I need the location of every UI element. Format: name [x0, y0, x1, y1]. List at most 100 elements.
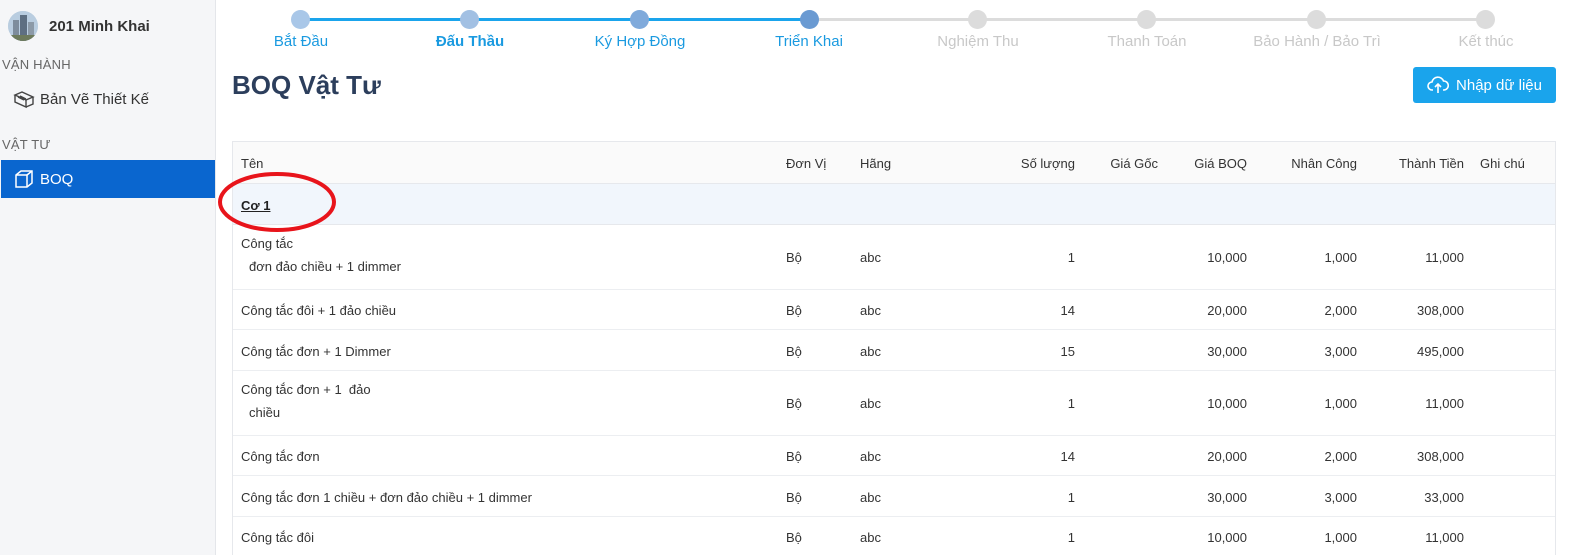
cell-brand: abc: [860, 303, 881, 318]
cell-boq-price: 30,000: [1207, 490, 1247, 505]
page-title: BOQ Vật Tư: [232, 70, 381, 100]
cell-unit: Bộ: [786, 490, 802, 505]
cell-brand: abc: [860, 396, 881, 411]
column-header-boq-price[interactable]: Giá BOQ: [1167, 156, 1247, 171]
section-label-vat-tu: VẬT TƯ: [2, 137, 51, 152]
cell-total: 308,000: [1417, 449, 1464, 464]
table-row[interactable]: Công tắc đơn Bộ abc 14 20,000 2,000 308,…: [233, 436, 1555, 476]
step-dot-nghiem-thu[interactable]: [968, 10, 987, 29]
blueprint-icon: [12, 87, 36, 111]
cloud-upload-icon: [1427, 76, 1450, 94]
column-header-total[interactable]: Thành Tiền: [1364, 156, 1464, 171]
sidebar-item-label: Bản Vẽ Thiết Kế: [40, 90, 149, 108]
stepper-progress-line: [300, 18, 810, 21]
cell-quantity: 14: [1060, 449, 1075, 464]
cell-unit: Bộ: [786, 303, 802, 318]
cell-boq-price: 20,000: [1207, 303, 1247, 318]
step-label-dau-thau[interactable]: Đấu Thầu: [436, 33, 504, 50]
cell-total: 495,000: [1417, 344, 1464, 359]
cell-quantity: 1: [1067, 490, 1075, 505]
cell-brand: abc: [860, 250, 881, 265]
step-dot-bao-hanh[interactable]: [1307, 10, 1326, 29]
step-label-trien-khai[interactable]: Triển Khai: [775, 33, 843, 50]
cell-unit: Bộ: [786, 344, 802, 359]
cell-quantity: 1: [1067, 530, 1075, 545]
column-header-note[interactable]: Ghi chú: [1480, 156, 1525, 171]
cell-name-line: Công tắc: [241, 236, 294, 251]
cell-unit: Bộ: [786, 396, 802, 411]
table-row[interactable]: Công tắc đôi Bộ abc 1 10,000 1,000 11,00…: [233, 517, 1555, 555]
sidebar-item-label: BOQ: [40, 170, 74, 188]
cell-name: Công tắc đôi: [241, 530, 314, 545]
column-header-base-price[interactable]: Giá Gốc: [1078, 156, 1158, 171]
workflow-stepper: Bắt Đầu Đấu Thầu Ký Hợp Đồng Triển Khai …: [216, 0, 1577, 60]
cell-quantity: 15: [1060, 344, 1075, 359]
project-name: 201 Minh Khai: [49, 17, 150, 35]
table-header: Tên Đơn Vị Hãng Số lượng Giá Gốc Giá BOQ…: [233, 142, 1555, 184]
table-row[interactable]: Công tắc đôi + 1 đảo chiều Bộ abc 14 20,…: [233, 290, 1555, 330]
import-data-button[interactable]: Nhập dữ liệu: [1413, 67, 1556, 103]
step-dot-trien-khai[interactable]: [800, 10, 819, 29]
column-header-brand[interactable]: Hãng: [860, 156, 891, 171]
step-dot-thanh-toan[interactable]: [1137, 10, 1156, 29]
cell-labor: 1,000: [1324, 250, 1357, 265]
project-avatar: [8, 11, 38, 41]
column-header-quantity[interactable]: Số lượng: [995, 156, 1075, 171]
cell-brand: abc: [860, 530, 881, 545]
cell-labor: 1,000: [1324, 530, 1357, 545]
step-dot-ky-hop-dong[interactable]: [630, 10, 649, 29]
cell-quantity: 1: [1067, 396, 1075, 411]
cell-labor: 2,000: [1324, 303, 1357, 318]
group-row[interactable]: Cơ 1: [233, 184, 1555, 225]
cell-total: 11,000: [1425, 250, 1464, 265]
boq-table: Tên Đơn Vị Hãng Số lượng Giá Gốc Giá BOQ…: [232, 141, 1556, 555]
cell-quantity: 14: [1060, 303, 1075, 318]
step-dot-dau-thau[interactable]: [460, 10, 479, 29]
project-header[interactable]: 201 Minh Khai: [8, 10, 150, 42]
sidebar-item-ban-ve-thiet-ke[interactable]: Bản Vẽ Thiết Kế: [1, 80, 215, 118]
step-dot-ket-thuc[interactable]: [1476, 10, 1495, 29]
step-label-thanh-toan[interactable]: Thanh Toán: [1108, 33, 1187, 50]
column-header-labor[interactable]: Nhân Công: [1257, 156, 1357, 171]
cell-total: 308,000: [1417, 303, 1464, 318]
table-row[interactable]: Công tắc đơn + 1 đảo chiều Bộ abc 1 10,0…: [233, 371, 1555, 436]
cell-name-line: Công tắc đơn + 1 đảo: [241, 382, 371, 397]
cell-boq-price: 20,000: [1207, 449, 1247, 464]
cell-name: Công tắc đơn 1 chiều + đơn đảo chiều + 1…: [241, 490, 532, 505]
step-label-nghiem-thu[interactable]: Nghiệm Thu: [937, 33, 1018, 50]
step-dot-bat-dau[interactable]: [291, 10, 310, 29]
step-label-ky-hop-dong[interactable]: Ký Hợp Đồng: [595, 33, 686, 50]
step-label-bat-dau[interactable]: Bắt Đầu: [274, 33, 328, 50]
cell-total: 11,000: [1425, 530, 1464, 545]
cell-brand: abc: [860, 344, 881, 359]
cell-boq-price: 10,000: [1207, 396, 1247, 411]
cell-labor: 3,000: [1324, 490, 1357, 505]
cell-labor: 2,000: [1324, 449, 1357, 464]
cell-boq-price: 10,000: [1207, 250, 1247, 265]
cell-name: Công tắc đơn + 1 đảo chiều: [241, 382, 371, 420]
table-row[interactable]: Công tắc đơn đảo chiều + 1 dimmer Bộ abc…: [233, 225, 1555, 290]
cell-labor: 1,000: [1324, 396, 1357, 411]
step-label-bao-hanh[interactable]: Bảo Hành / Bảo Trì: [1253, 33, 1381, 50]
box-icon: [12, 167, 36, 191]
group-label[interactable]: Cơ 1: [241, 198, 270, 213]
cell-name-line: đơn đảo chiều + 1 dimmer: [249, 259, 401, 274]
cell-unit: Bộ: [786, 449, 802, 464]
cell-labor: 3,000: [1324, 344, 1357, 359]
cell-total: 33,000: [1424, 490, 1464, 505]
cell-brand: abc: [860, 490, 881, 505]
cell-boq-price: 30,000: [1207, 344, 1247, 359]
section-label-van-hanh: VẬN HÀNH: [2, 57, 71, 72]
cell-unit: Bộ: [786, 250, 802, 265]
sidebar-item-boq[interactable]: BOQ: [1, 160, 215, 198]
cell-total: 11,000: [1425, 396, 1464, 411]
column-header-name[interactable]: Tên: [241, 156, 263, 171]
sidebar: 201 Minh Khai VẬN HÀNH Bản Vẽ Thiết Kế V…: [0, 0, 216, 555]
table-row[interactable]: Công tắc đơn 1 chiều + đơn đảo chiều + 1…: [233, 476, 1555, 517]
table-row[interactable]: Công tắc đơn + 1 Dimmer Bộ abc 15 30,000…: [233, 330, 1555, 371]
cell-name: Công tắc đơn đảo chiều + 1 dimmer: [241, 236, 401, 274]
step-label-ket-thuc[interactable]: Kết thúc: [1458, 33, 1513, 50]
import-data-label: Nhập dữ liệu: [1456, 76, 1542, 94]
cell-name: Công tắc đơn: [241, 449, 320, 464]
column-header-unit[interactable]: Đơn Vị: [786, 156, 826, 171]
